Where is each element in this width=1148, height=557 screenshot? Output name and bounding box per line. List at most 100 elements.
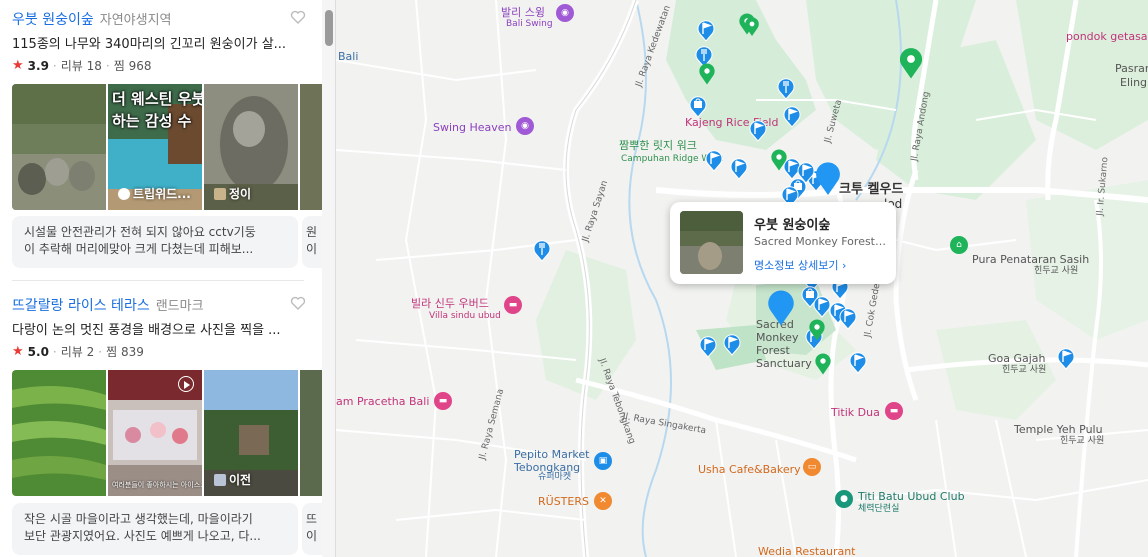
photo-thumbnail[interactable]: 정이 bbox=[204, 84, 298, 210]
place-marker-icon[interactable] bbox=[748, 118, 768, 142]
place-marker-icon[interactable] bbox=[838, 306, 858, 330]
restaurant-icon[interactable]: ✕ bbox=[594, 492, 612, 510]
map-label-titi-batu-ko[interactable]: 체력단련실 bbox=[858, 503, 899, 516]
review-line: 이 추락해 머리에맞아 크게 다쳤는데 피해보... bbox=[24, 242, 254, 256]
camera-icon[interactable]: ◉ bbox=[516, 117, 534, 135]
shopping-icon[interactable]: ▣ bbox=[594, 452, 612, 470]
hotel-icon[interactable]: ▬ bbox=[504, 296, 522, 314]
popup-subtitle: Sacred Monkey Forest S... bbox=[754, 235, 886, 248]
park-marker-icon[interactable] bbox=[898, 46, 924, 80]
divider bbox=[12, 280, 304, 281]
review-line: 보단 관광지였어요. 사진도 예쁘게 나오고, 다... bbox=[24, 529, 261, 543]
review-snippet-partial[interactable]: 뜨 이 bbox=[302, 503, 322, 555]
place-marker-icon[interactable] bbox=[782, 104, 802, 128]
map-label-titik-dua[interactable]: Titik Dua bbox=[831, 406, 880, 419]
place-meta: ★ 3.9 · 리뷰 18 · 찜 968 bbox=[12, 58, 152, 73]
map-label-pracetha[interactable]: am Pracetha Bali bbox=[336, 395, 429, 408]
place-description: 다랑이 논의 멋진 풍경을 배경으로 사진을 찍을 ... bbox=[12, 323, 281, 338]
popup-detail-link-label[interactable]: 명소정보 상세보기 bbox=[754, 259, 838, 272]
popup-thumbnail[interactable] bbox=[680, 211, 743, 274]
review-snippet[interactable]: 시설물 안전관리가 전혀 되지 않아요 cctv기둥 이 추락해 머리에맞아 크… bbox=[12, 216, 298, 268]
map-label-eling: Eling bbox=[1120, 76, 1148, 89]
place-marker-icon[interactable] bbox=[704, 148, 724, 172]
place-marker-icon[interactable] bbox=[848, 350, 868, 374]
place-popup[interactable]: 우붓 원숭이숲 Sacred Monkey Forest S... 명소정보 상… bbox=[670, 202, 896, 284]
park-marker-icon[interactable] bbox=[698, 62, 716, 85]
photo-strip-2: 여러분들이 좋아하시는 아이스... 이전 bbox=[12, 370, 335, 496]
place-meta: ★ 5.0 · 리뷰 2 · 찜 839 bbox=[12, 344, 144, 359]
popup-detail-link[interactable]: 명소정보 상세보기 › bbox=[754, 257, 846, 273]
place-card-1[interactable]: 우붓 원숭이숲 자연야생지역 115종의 나무와 340마리의 긴꼬리 원숭이가… bbox=[12, 9, 322, 74]
photo-thumbnail[interactable] bbox=[12, 370, 106, 496]
place-marker-icon[interactable] bbox=[729, 156, 749, 180]
temple-icon[interactable]: ⌂ bbox=[950, 236, 968, 254]
map-label-swing-heaven[interactable]: Swing Heaven bbox=[433, 121, 512, 134]
restaurant-marker-icon[interactable] bbox=[532, 238, 552, 262]
photo-thumbnail[interactable]: 더 웨스틴 우붓 하는 감성 수 트립위드... bbox=[108, 84, 202, 210]
video-play-icon bbox=[178, 376, 194, 392]
review-snippet-partial[interactable]: 원 이 bbox=[302, 216, 322, 268]
popup-title[interactable]: 우붓 원숭이숲 bbox=[754, 214, 830, 233]
restaurant-marker-icon[interactable] bbox=[776, 76, 796, 100]
selected-place-marker-icon[interactable] bbox=[814, 160, 842, 196]
place-marker-icon[interactable] bbox=[1056, 346, 1076, 370]
map-label-titi-batu[interactable]: Titi Batu Ubud Club bbox=[858, 490, 965, 503]
map-label-campuhan[interactable]: 짬뿌한 릿지 워크 bbox=[619, 139, 697, 152]
map-label-ketut[interactable]: 크투 켈우드 bbox=[839, 183, 903, 196]
star-icon: ★ bbox=[12, 58, 24, 73]
map-label-pura-ko[interactable]: 힌두교 사원 bbox=[1034, 265, 1078, 278]
photo-thumbnail[interactable] bbox=[12, 84, 106, 210]
cafe-icon[interactable]: ▭ bbox=[803, 458, 821, 476]
place-marker-icon[interactable] bbox=[696, 18, 716, 42]
shop-marker-icon[interactable] bbox=[688, 94, 708, 118]
photo-caption: 여러분들이 좋아하시는 아이스... bbox=[112, 481, 202, 489]
hotel-icon[interactable]: ▬ bbox=[885, 402, 903, 420]
heart-icon[interactable] bbox=[290, 9, 306, 25]
review-snippet[interactable]: 작은 시골 마을이라고 생각했는데, 마을이라기 보단 관광지였어요. 사진도 … bbox=[12, 503, 298, 555]
map-label-temple-yeh-ko[interactable]: 힌두교 사원 bbox=[1060, 435, 1104, 448]
map-label-wedia[interactable]: Wedia Restaurant bbox=[758, 545, 856, 557]
camera-icon[interactable]: ◉ bbox=[556, 4, 574, 22]
heart-icon[interactable] bbox=[290, 295, 306, 311]
scroll-thumb[interactable] bbox=[325, 10, 333, 46]
rating: 3.9 bbox=[27, 58, 49, 73]
place-card-2[interactable]: 뜨갈랄랑 라이스 테라스 랜드마크 다랑이 논의 멋진 풍경을 배경으로 사진을… bbox=[12, 295, 322, 360]
park-marker-icon[interactable] bbox=[744, 16, 760, 37]
review-line: 뜨 bbox=[306, 512, 318, 526]
selected-place-marker-icon[interactable] bbox=[766, 288, 796, 327]
map-label-bali-swing-en[interactable]: Bali Swing bbox=[506, 18, 553, 31]
park-marker-icon[interactable] bbox=[808, 318, 826, 341]
review-line: 작은 시골 마을이라고 생각했는데, 마을이라기 bbox=[24, 512, 253, 526]
photo-thumbnail[interactable]: 여러분들이 좋아하시는 아이스... bbox=[108, 370, 202, 496]
save-count: 찜 968 bbox=[113, 59, 152, 73]
place-category: 자연야생지역 bbox=[99, 13, 172, 28]
scrollbar[interactable] bbox=[322, 0, 335, 557]
place-category: 랜드마크 bbox=[155, 299, 204, 314]
gym-icon[interactable]: ● bbox=[835, 490, 853, 508]
map-label-pepito-ko[interactable]: 슈퍼마켓 bbox=[538, 471, 571, 484]
rating: 5.0 bbox=[27, 344, 49, 359]
photo-thumbnail[interactable] bbox=[300, 84, 324, 210]
review-count: 리뷰 18 bbox=[60, 59, 102, 73]
photo-overlay-line: 하는 감성 수 bbox=[112, 112, 192, 130]
map-label-goa-gajah-ko[interactable]: 힌두교 사원 bbox=[1002, 364, 1046, 377]
park-marker-icon[interactable] bbox=[770, 148, 788, 171]
photo-thumbnail[interactable]: 이전 bbox=[204, 370, 298, 496]
map-label-villa-en[interactable]: Villa sindu ubud bbox=[429, 310, 501, 323]
map-view[interactable]: 발리 스윙 Bali Swing ◉ Bali Swing Heaven ◉ K… bbox=[336, 0, 1148, 557]
chevron-right-icon: › bbox=[841, 259, 847, 272]
place-marker-icon[interactable] bbox=[698, 334, 718, 358]
map-label-rusters[interactable]: RÜSTERS bbox=[538, 495, 589, 508]
place-name[interactable]: 뜨갈랄랑 라이스 테라스 bbox=[12, 295, 150, 315]
park-marker-icon[interactable] bbox=[814, 352, 832, 375]
map-label-pondok[interactable]: pondok getasa bbox=[1066, 30, 1148, 43]
user-avatar bbox=[118, 187, 130, 200]
photo-thumbnail[interactable] bbox=[300, 370, 324, 496]
map-label-villa[interactable]: 빌라 신두 우버드 bbox=[411, 297, 489, 310]
map-label-usha[interactable]: Usha Cafe&Bakery bbox=[698, 463, 801, 476]
place-marker-icon[interactable] bbox=[722, 332, 742, 356]
place-name[interactable]: 우붓 원숭이숲 bbox=[12, 9, 94, 29]
hotel-icon[interactable]: ▬ bbox=[434, 392, 452, 410]
photo-overlay-line: 더 웨스틴 우붓 bbox=[112, 90, 202, 108]
photo-strip-1: 더 웨스틴 우붓 하는 감성 수 트립위드... 정이 bbox=[12, 84, 335, 210]
